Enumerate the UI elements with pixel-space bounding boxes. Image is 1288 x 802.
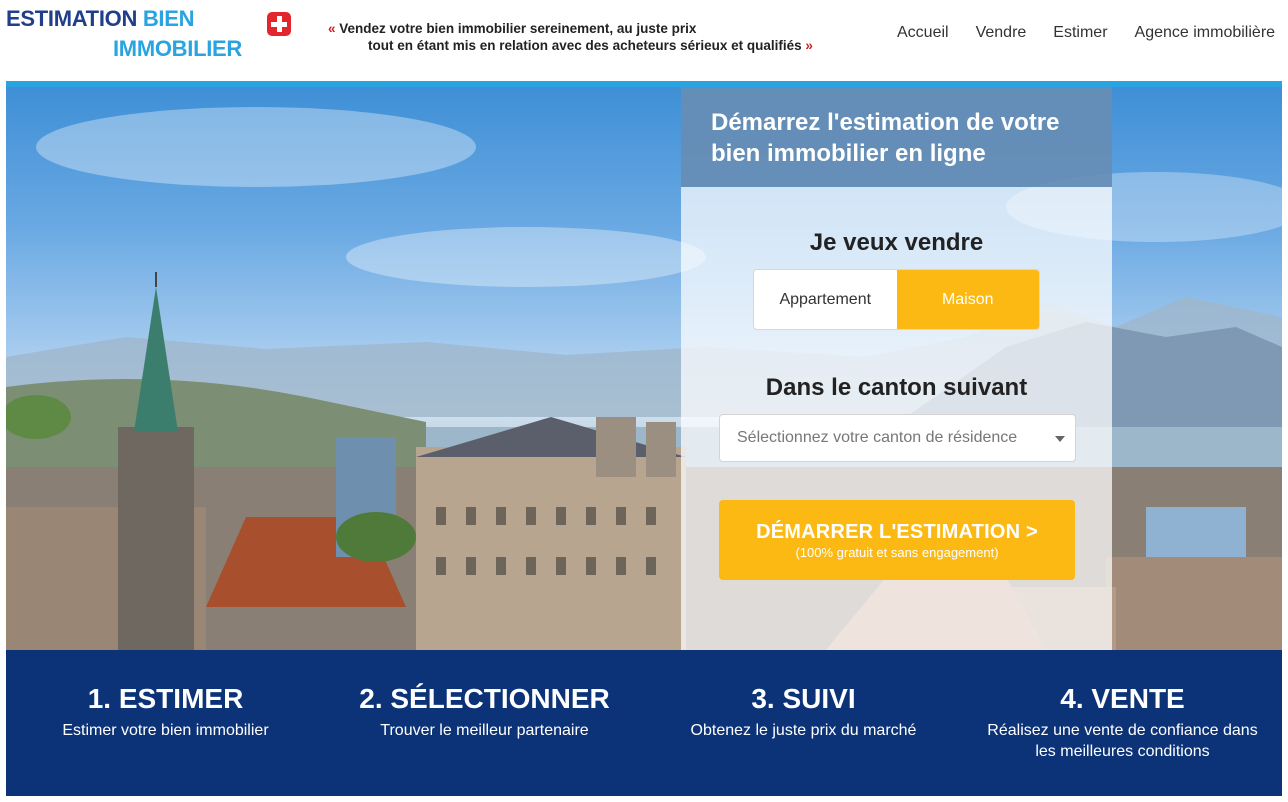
step-title: 4. VENTE — [1060, 683, 1185, 714]
steps-band: 1. ESTIMER Estimer votre bien immobilier… — [6, 650, 1282, 796]
start-estimation-label: DÉMARRER L'ESTIMATION > — [756, 521, 1038, 543]
step-title: 1. ESTIMER — [87, 683, 244, 714]
canton-select[interactable]: Sélectionnez votre canton de résidence — [719, 414, 1076, 462]
chevron-down-icon — [1055, 436, 1065, 442]
property-type-toggle: Appartement Maison — [753, 269, 1040, 330]
form-panel-header: Démarrez l'estimation de votre bien immo… — [681, 87, 1112, 187]
option-appartement[interactable]: Appartement — [754, 270, 897, 329]
canton-label: Dans le canton suivant — [765, 374, 1028, 401]
logo-text-immobilier: IMMOBILIER — [113, 36, 242, 61]
step-4: 4. VENTE Réalisez une vente de confiance… — [963, 650, 1282, 796]
tagline-line1: Vendez votre bien immobilier sereinement… — [339, 21, 697, 36]
step-1: 1. ESTIMER Estimer votre bien immobilier — [6, 650, 325, 796]
logo-text-estimation: ESTIMATION — [6, 6, 138, 31]
site-header: ESTIMATION BIEN IMMOBILIER « Vendez votr… — [0, 0, 1288, 82]
option-maison[interactable]: Maison — [896, 270, 1039, 329]
quote-open: « — [328, 21, 336, 36]
property-type-label: Je veux vendre — [809, 229, 984, 256]
tagline-line2: tout en étant mis en relation avec des a… — [368, 38, 802, 53]
step-description: Trouver le meilleur partenaire — [380, 722, 589, 739]
site-logo[interactable]: ESTIMATION BIEN IMMOBILIER — [6, 4, 296, 66]
logo-text-bien: BIEN — [142, 6, 195, 31]
estimation-form-panel: Démarrez l'estimation de votre bien immo… — [681, 87, 1112, 650]
swiss-flag-icon — [267, 12, 291, 36]
step-description: Réalisez une vente de confiance dans les… — [987, 722, 1258, 760]
step-title: 3. SUIVI — [751, 683, 856, 714]
step-2: 2. SÉLECTIONNER Trouver le meilleur part… — [325, 650, 644, 796]
step-title: 2. SÉLECTIONNER — [359, 683, 610, 714]
nav-link-agence[interactable]: Agence immobilière — [1135, 24, 1276, 42]
quote-close: » — [805, 38, 813, 53]
canton-select-placeholder: Sélectionnez votre canton de résidence — [737, 429, 1018, 446]
nav-link-estimer[interactable]: Estimer — [1053, 24, 1107, 42]
page-bottom-edge — [0, 796, 1288, 802]
start-estimation-sublabel: (100% gratuit et sans engagement) — [795, 545, 999, 560]
nav-link-accueil[interactable]: Accueil — [897, 24, 949, 42]
tagline: « Vendez votre bien immobilier sereineme… — [328, 20, 868, 54]
step-description: Obtenez le juste prix du marché — [690, 722, 917, 739]
nav-link-vendre[interactable]: Vendre — [976, 24, 1027, 42]
start-estimation-button[interactable]: DÉMARRER L'ESTIMATION > (100% gratuit et… — [719, 500, 1075, 580]
form-title: Démarrez l'estimation de votre bien immo… — [711, 109, 1060, 167]
step-3: 3. SUIVI Obtenez le juste prix du marché — [644, 650, 963, 796]
main-nav: Accueil Vendre Estimer Agence immobilièr… — [897, 24, 1288, 42]
step-description: Estimer votre bien immobilier — [62, 722, 269, 739]
